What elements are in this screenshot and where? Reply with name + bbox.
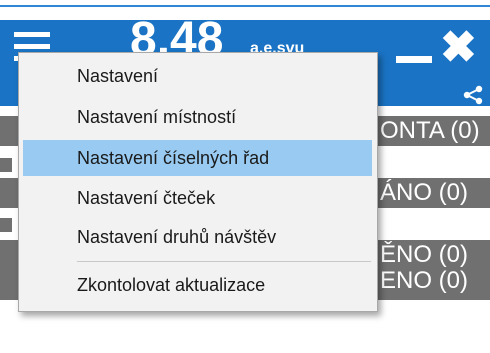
- status-text: ONTA (0): [380, 117, 480, 144]
- menu-item-numbering-settings[interactable]: Nastavení číselných řad: [23, 140, 372, 176]
- minimize-icon[interactable]: [396, 56, 432, 63]
- top-accent-line: [0, 0, 490, 7]
- settings-dropdown-menu: Nastavení Nastavení místností Nastavení …: [18, 52, 378, 312]
- share-icon[interactable]: [462, 84, 484, 106]
- menu-item-reader-settings[interactable]: Nastavení čteček: [23, 180, 372, 216]
- menu-item-visit-type-settings[interactable]: Nastavení druhů návštěv: [23, 219, 372, 255]
- menu-item-check-updates[interactable]: Zkontolovat aktualizace: [23, 267, 372, 303]
- row-divider: [0, 158, 12, 172]
- menu-separator: [77, 261, 371, 262]
- close-icon[interactable]: ✖: [440, 26, 477, 70]
- menu-item-settings[interactable]: Nastavení: [23, 58, 372, 94]
- row-divider: [0, 218, 12, 232]
- status-text: ENO (0): [380, 267, 469, 294]
- status-text: ÁNO (0): [380, 179, 469, 206]
- menu-item-room-settings[interactable]: Nastavení místností: [23, 99, 372, 135]
